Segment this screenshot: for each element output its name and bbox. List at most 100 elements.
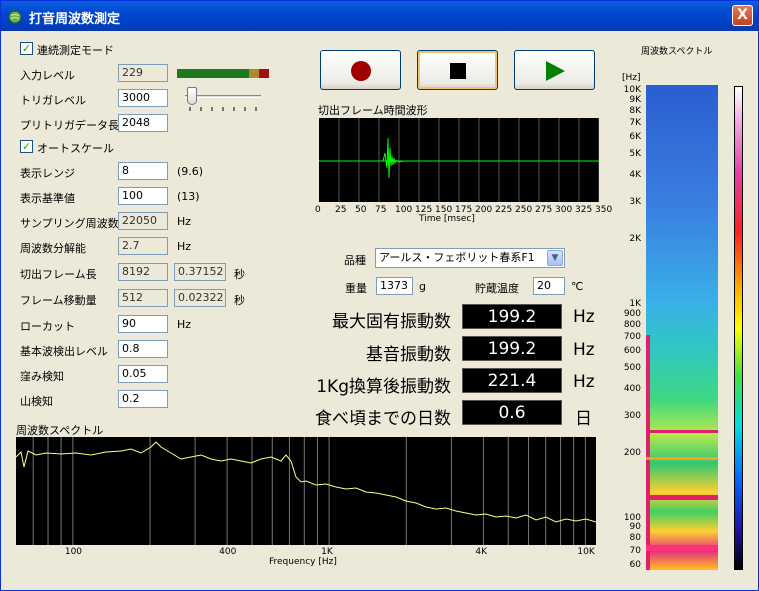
autoscale-label: オートスケール	[37, 142, 114, 155]
autoscale-checkbox[interactable]: ✓	[20, 140, 33, 153]
display-range-label: 表示レンジ	[20, 167, 75, 180]
spectrogram-y-tick: 900	[623, 308, 641, 319]
max-freq-unit: Hz	[573, 307, 595, 327]
record-button[interactable]	[320, 50, 401, 90]
stop-button[interactable]	[417, 50, 498, 90]
storage-temp-input[interactable]: 20	[533, 277, 565, 295]
spectrum-x-tick: 10K	[577, 547, 595, 557]
spectrogram-image	[646, 85, 718, 570]
max-freq-label: 最大固有振動数	[332, 312, 451, 332]
spectrogram-y-tick: 9K	[629, 94, 641, 105]
spectrum-title: 周波数スペクトル	[16, 424, 104, 437]
spectrum-x-tick: 400	[219, 547, 237, 557]
frame-shift-field: 512	[118, 289, 168, 307]
days-until-ripe-display: 0.6	[462, 400, 562, 425]
valley-input[interactable]: 0.05	[118, 365, 168, 383]
frame-shift-unit: 秒	[234, 294, 245, 307]
spectrogram-y-tick: 90	[629, 522, 641, 533]
sampling-label: サンプリング周波数	[20, 217, 119, 230]
spectrogram-y-tick: 800	[623, 319, 641, 330]
spectrogram-y-tick: 60	[629, 560, 641, 570]
waveform-x-tick: 225	[495, 205, 513, 215]
waveform-x-tick: 50	[355, 205, 367, 215]
melon-icon	[8, 9, 22, 24]
waveform-x-tick: 300	[555, 205, 573, 215]
spectrogram-y-tick: 70	[629, 545, 641, 556]
variety-select[interactable]: アールス・フェボリット春系F1 ▼	[375, 248, 565, 268]
lowcut-unit: Hz	[177, 318, 192, 331]
valley-label: 窪み検知	[20, 370, 64, 383]
peak-input[interactable]: 0.2	[118, 390, 168, 408]
fund-level-label: 基本波検出レベル	[20, 345, 108, 358]
sampling-field: 22050	[118, 212, 168, 230]
trigger-level-input[interactable]: 3000	[118, 89, 168, 107]
play-button[interactable]	[514, 50, 595, 90]
frame-len-field: 8192	[118, 263, 168, 281]
waveform-x-tick: 100	[395, 205, 413, 215]
days-until-ripe-unit: 日	[575, 409, 592, 429]
spectrogram-y-tick: 10K	[623, 85, 641, 95]
spectrogram-y-tick: 5K	[629, 149, 641, 160]
trigger-slider-thumb[interactable]	[187, 87, 197, 105]
waveform-x-tick: 325	[575, 205, 593, 215]
frame-len-sec-field: 0.37152	[174, 263, 226, 281]
waveform-x-tick: 250	[515, 205, 533, 215]
spectrogram-y-tick: 80	[629, 533, 641, 544]
record-icon	[351, 61, 371, 81]
continuous-mode-label: 連続測定モード	[37, 44, 114, 57]
days-until-ripe-label: 食べ頃までの日数	[315, 409, 451, 429]
frame-len-label: 切出フレーム長	[20, 268, 97, 281]
color-scale-bar	[734, 86, 743, 570]
max-freq-display: 199.2	[462, 304, 562, 329]
weight-label: 重量	[345, 282, 367, 295]
fund-freq-label: 基音振動数	[366, 345, 451, 365]
chevron-down-icon[interactable]: ▼	[547, 250, 563, 266]
spectrum-x-tick: 4K	[475, 547, 488, 557]
continuous-mode-checkbox[interactable]: ✓	[20, 42, 33, 55]
spectrum-plot	[16, 437, 596, 545]
spectrogram-y-tick: 7K	[629, 118, 641, 129]
spectrogram-unit: [Hz]	[622, 73, 641, 83]
storage-temp-label: 貯蔵温度	[475, 282, 519, 295]
pretrigger-input[interactable]: 2048	[118, 114, 168, 132]
spectrogram-y-tick: 400	[623, 383, 641, 394]
converted-freq-unit: Hz	[573, 372, 595, 392]
display-ref-hint: (13)	[177, 190, 200, 203]
spectrogram-title: 周波数スペクトル	[641, 47, 713, 57]
frame-shift-sec-field: 0.02322	[174, 289, 226, 307]
stop-icon	[450, 63, 466, 79]
title-bar: 打音周波数測定 X	[1, 1, 758, 31]
spectrogram-y-tick: 8K	[629, 105, 641, 116]
waveform-x-tick: 25	[335, 205, 347, 215]
app-window: 打音周波数測定 X ✓ 連続測定モード 入力レベル 229 トリガレベル 300…	[0, 0, 759, 591]
display-ref-input[interactable]: 100	[118, 187, 168, 205]
display-ref-label: 表示基準値	[20, 192, 75, 205]
spectrum-x-label: Frequency [Hz]	[269, 557, 337, 567]
storage-temp-unit: ℃	[571, 280, 584, 293]
spectrogram-y-tick: 500	[623, 363, 641, 374]
close-button[interactable]: X	[732, 5, 753, 26]
display-range-input[interactable]: 8	[118, 162, 168, 180]
converted-freq-display: 221.4	[462, 368, 562, 393]
waveform-x-tick: 350	[595, 205, 613, 215]
weight-unit: g	[419, 280, 426, 293]
freq-res-unit: Hz	[177, 240, 192, 253]
slider-ticks	[189, 107, 257, 111]
spectrum-x-tick: 100	[64, 547, 83, 557]
lowcut-input[interactable]: 90	[118, 315, 168, 333]
spectrogram-y-tick: 100	[623, 512, 641, 523]
waveform-x-tick: 0	[315, 205, 321, 215]
window-title: 打音周波数測定	[29, 12, 121, 27]
input-level-meter	[177, 69, 269, 78]
frame-shift-label: フレーム移動量	[20, 294, 97, 307]
variety-value: アールス・フェボリット春系F1	[379, 251, 535, 264]
pretrigger-label: プリトリガデータ長	[20, 119, 119, 132]
weight-input[interactable]: 1373	[376, 277, 413, 295]
spectrogram-y-tick: 2K	[629, 234, 641, 245]
waveform-x-tick: 75	[375, 205, 387, 215]
waveform-title: 切出フレーム時間波形	[318, 104, 428, 117]
input-level-field: 229	[118, 64, 168, 82]
fund-freq-display: 199.2	[462, 336, 562, 361]
fund-level-input[interactable]: 0.8	[118, 340, 168, 358]
spectrogram-y-tick: 600	[623, 346, 641, 357]
